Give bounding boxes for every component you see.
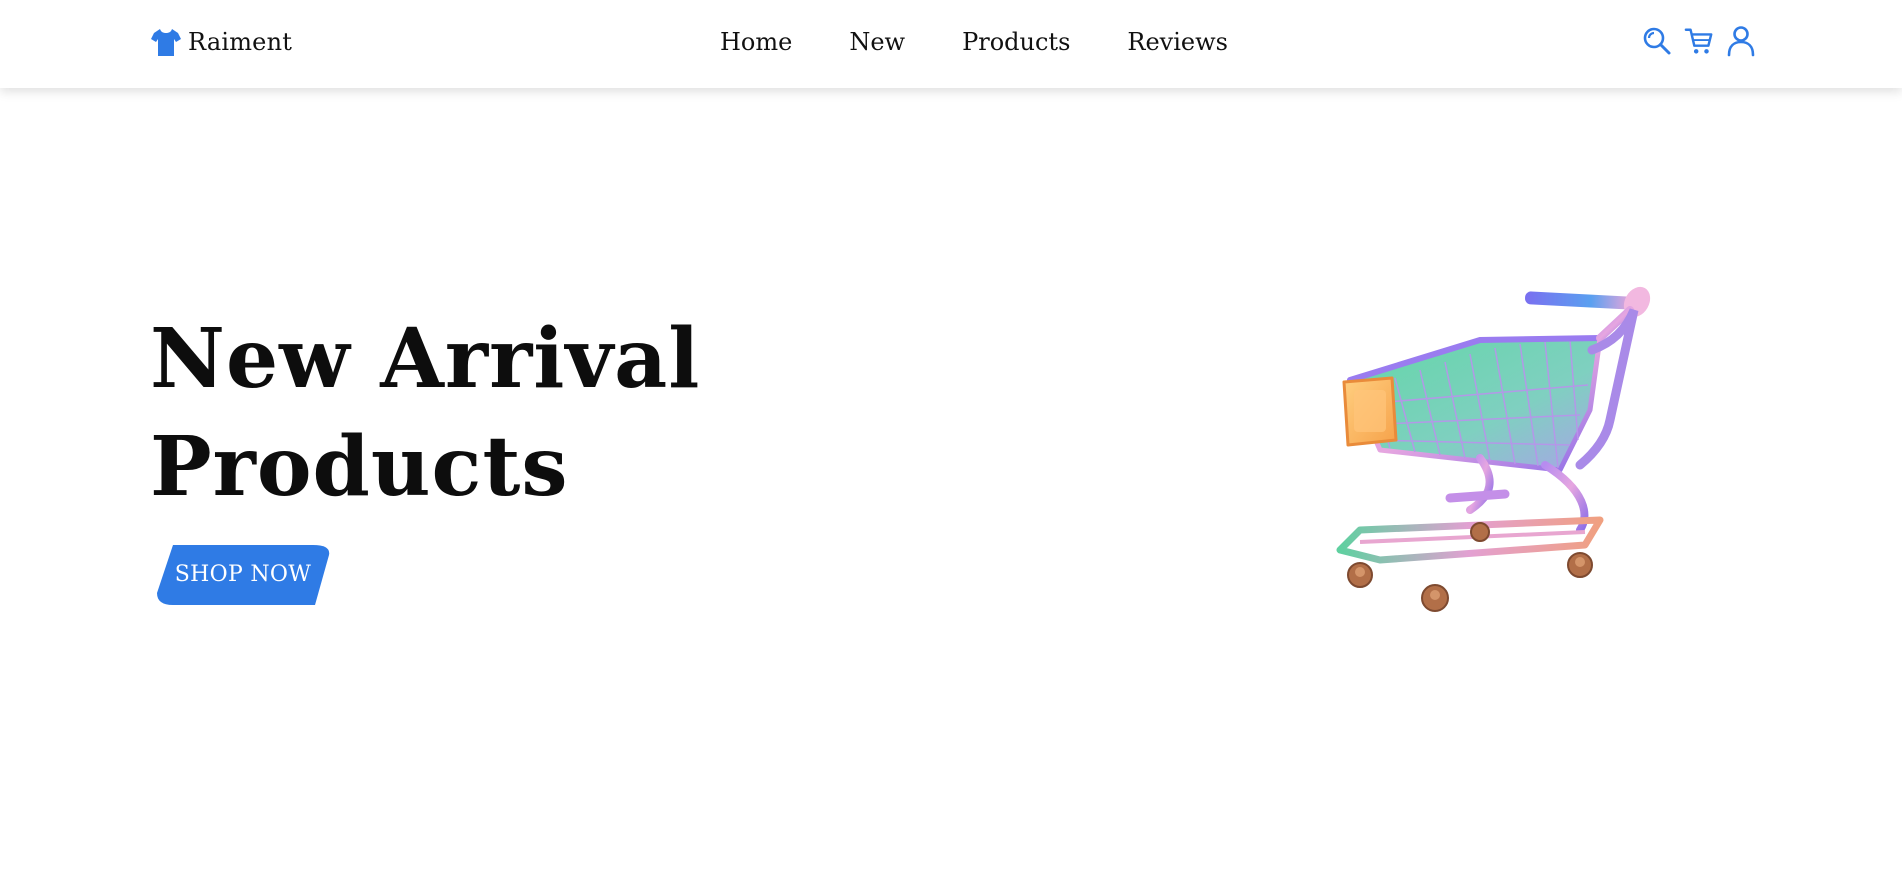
main-nav: Home New Products Reviews <box>720 28 1285 56</box>
shop-now-label: SHOP NOW <box>174 562 312 587</box>
cart-icon[interactable] <box>1684 24 1714 58</box>
nav-link-home[interactable]: Home <box>720 28 792 56</box>
hero-title-line-1: New Arrival <box>150 311 701 407</box>
brand-name: Raiment <box>188 28 293 56</box>
navbar: Raiment Home New Products Reviews <box>0 0 1902 88</box>
hero-title: New Arrival Products <box>150 305 700 521</box>
nav-link-new[interactable]: New <box>849 28 905 56</box>
tshirt-icon <box>150 26 182 58</box>
brand-logo[interactable]: Raiment <box>150 26 292 58</box>
nav-icons <box>1642 24 1756 58</box>
nav-link-reviews[interactable]: Reviews <box>1127 28 1228 56</box>
shopping-cart-illustration <box>1330 280 1670 630</box>
search-icon[interactable] <box>1642 24 1672 58</box>
shop-now-button[interactable]: SHOP NOW <box>155 543 331 607</box>
user-icon[interactable] <box>1726 24 1756 58</box>
hero-title-line-2: Products <box>150 419 569 515</box>
nav-link-products[interactable]: Products <box>962 28 1070 56</box>
